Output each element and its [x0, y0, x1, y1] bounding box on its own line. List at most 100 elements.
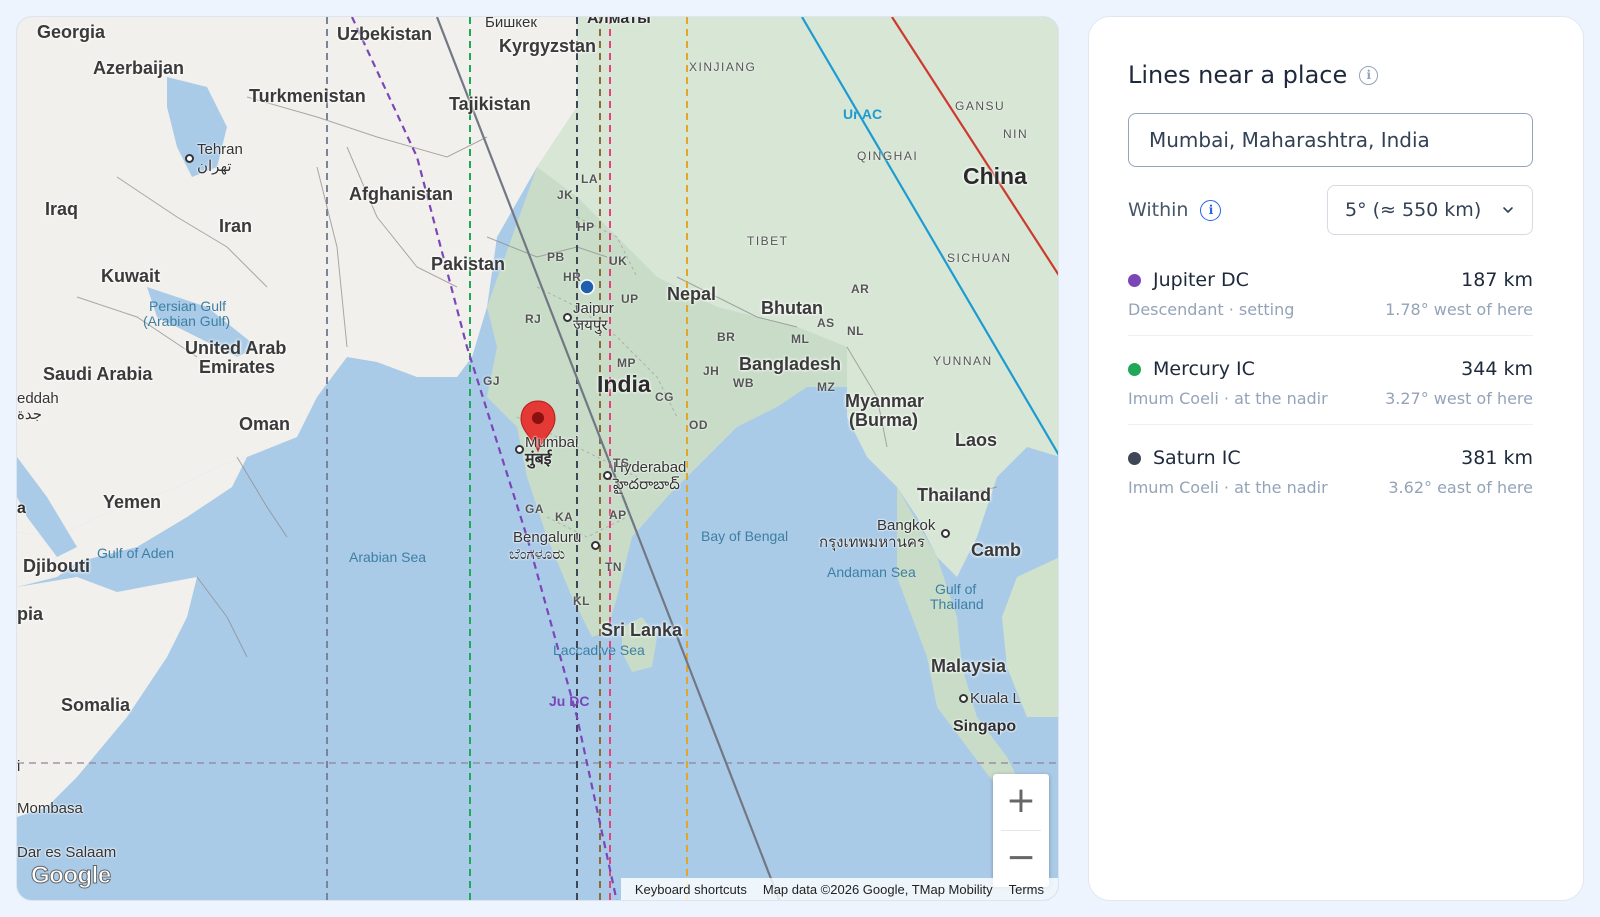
state-label: UP	[621, 292, 639, 306]
water-label: Andaman Sea	[827, 564, 916, 580]
city-label-dar-es-salaam: Dar es Salaam	[17, 844, 117, 861]
info-icon[interactable]: i	[1359, 65, 1379, 85]
line-color-dot	[1128, 273, 1141, 287]
nearby-lines-list: Jupiter DC 187 km Descendant · setting 1…	[1128, 261, 1533, 513]
region-label: XINJIANG	[689, 60, 757, 74]
city-dot	[959, 694, 968, 703]
region-label: YUNNAN	[933, 354, 993, 368]
line-description: Imum Coeli · at the nadir	[1128, 478, 1328, 497]
water-label: Arabian Sea	[349, 549, 427, 565]
country-label: Bangladesh	[739, 354, 842, 374]
country-label: Uzbekistan	[337, 24, 433, 44]
state-label: PB	[547, 250, 565, 264]
country-label: Afghanistan	[349, 184, 454, 204]
country-label: Iraq	[45, 199, 79, 219]
water-label: Gulf of	[935, 581, 977, 597]
state-label: KA	[555, 510, 574, 524]
city-dot	[591, 541, 600, 550]
city-label-bengaluru-local: ಬೆಂಗಳೂರು	[509, 546, 566, 563]
city-dot	[563, 313, 572, 322]
city-label-jaipur-local: जयपुर	[573, 317, 608, 334]
line-offset: 3.62° east of here	[1388, 478, 1533, 497]
country-label: Djibouti	[23, 556, 90, 576]
chevron-down-icon	[1503, 207, 1513, 213]
state-label: TN	[605, 560, 622, 574]
water-label: Persian Gulf	[149, 298, 227, 314]
country-label: Laos	[955, 430, 998, 450]
location-marker-dot	[579, 279, 595, 295]
line-name: Saturn IC	[1153, 447, 1241, 469]
list-item[interactable]: Mercury IC 344 km Imum Coeli · at the na…	[1128, 350, 1533, 425]
country-label: Kuwait	[101, 266, 161, 286]
line-label-uranus-ac: Ur AC	[843, 106, 883, 122]
city-label-almaty: Алматы	[587, 16, 651, 27]
panel-header: Lines near a place i	[1128, 61, 1544, 89]
city-label-singapore: Singapo	[953, 718, 1017, 735]
city-label-fragment: a	[17, 500, 26, 517]
city-label-bangkok-local: กรุงเทพมหานคร	[819, 534, 925, 551]
state-label: JH	[703, 364, 720, 378]
city-label-mumbai-local: मुंबई	[525, 451, 552, 468]
city-label-jeddah-local: جدة	[17, 406, 43, 423]
city-label-tehran: Tehran	[197, 141, 243, 158]
country-label: Emirates	[199, 357, 276, 377]
state-label: RJ	[525, 312, 542, 326]
state-label: AR	[851, 282, 870, 296]
country-label: Turkmenistan	[249, 86, 366, 106]
state-label: LA	[581, 172, 598, 186]
city-label-mombasa: Mombasa	[17, 800, 83, 817]
line-label-jupiter-dc: Ju DC	[549, 693, 590, 709]
map-view[interactable]: Georgia Azerbaijan Uzbekistan Kyrgyzstan…	[16, 16, 1059, 901]
water-label: (Arabian Gulf)	[143, 313, 231, 329]
state-label: AP	[609, 508, 627, 522]
region-label: TIBET	[747, 234, 789, 248]
city-dot	[185, 154, 194, 163]
list-item[interactable]: Saturn IC 381 km Imum Coeli · at the nad…	[1128, 439, 1533, 513]
state-label: TS	[613, 456, 630, 470]
keyboard-shortcuts-link[interactable]: Keyboard shortcuts	[627, 882, 755, 897]
within-row: Within i 5° (≈ 550 km)	[1128, 185, 1533, 235]
google-logo[interactable]: Google	[31, 862, 112, 890]
lines-near-place-panel: Lines near a place i Within i 5° (≈ 550 …	[1088, 16, 1584, 901]
terms-link[interactable]: Terms	[1001, 882, 1052, 897]
zoom-in-button[interactable]: +	[993, 774, 1049, 830]
water-label: Thailand	[930, 596, 984, 612]
state-label: GJ	[483, 374, 501, 388]
country-label: Camb	[971, 540, 1022, 560]
country-label: Sri Lanka	[601, 620, 683, 640]
region-label: NIN	[1003, 127, 1029, 141]
line-description: Descendant · setting	[1128, 300, 1295, 319]
within-info-icon[interactable]: i	[1200, 199, 1222, 221]
state-label: KL	[573, 594, 590, 608]
line-description: Imum Coeli · at the nadir	[1128, 389, 1328, 408]
city-label-mumbai: Mumbai	[525, 434, 579, 451]
line-name: Jupiter DC	[1153, 269, 1249, 291]
state-label: HP	[577, 220, 595, 234]
list-item[interactable]: Jupiter DC 187 km Descendant · setting 1…	[1128, 261, 1533, 336]
region-label: GANSU	[955, 99, 1006, 113]
country-label: Nepal	[667, 284, 717, 304]
city-dot	[515, 445, 524, 454]
country-label: Tajikistan	[449, 94, 531, 114]
line-distance: 187 km	[1461, 269, 1533, 291]
region-label: SICHUAN	[947, 251, 1012, 265]
state-label: BR	[717, 330, 736, 344]
country-label: Pakistan	[431, 254, 506, 274]
country-label: Somalia	[61, 695, 131, 715]
within-radius-select[interactable]: 5° (≈ 550 km)	[1327, 185, 1533, 235]
city-label-fragment: i	[17, 758, 21, 775]
state-label: CG	[655, 390, 674, 404]
water-label: Laccadive Sea	[553, 642, 645, 658]
state-label: HR	[563, 270, 582, 284]
place-search-input[interactable]	[1128, 113, 1533, 167]
line-color-dot	[1128, 362, 1141, 376]
country-label: Myanmar	[845, 391, 925, 411]
within-label: Within	[1128, 199, 1189, 221]
country-label: Saudi Arabia	[43, 364, 153, 384]
state-label: ML	[791, 332, 810, 346]
country-label: Iran	[219, 216, 253, 236]
line-offset: 1.78° west of here	[1385, 300, 1533, 319]
state-label: GA	[525, 502, 544, 516]
city-dot	[941, 529, 950, 538]
country-label: United Arab	[185, 338, 287, 358]
